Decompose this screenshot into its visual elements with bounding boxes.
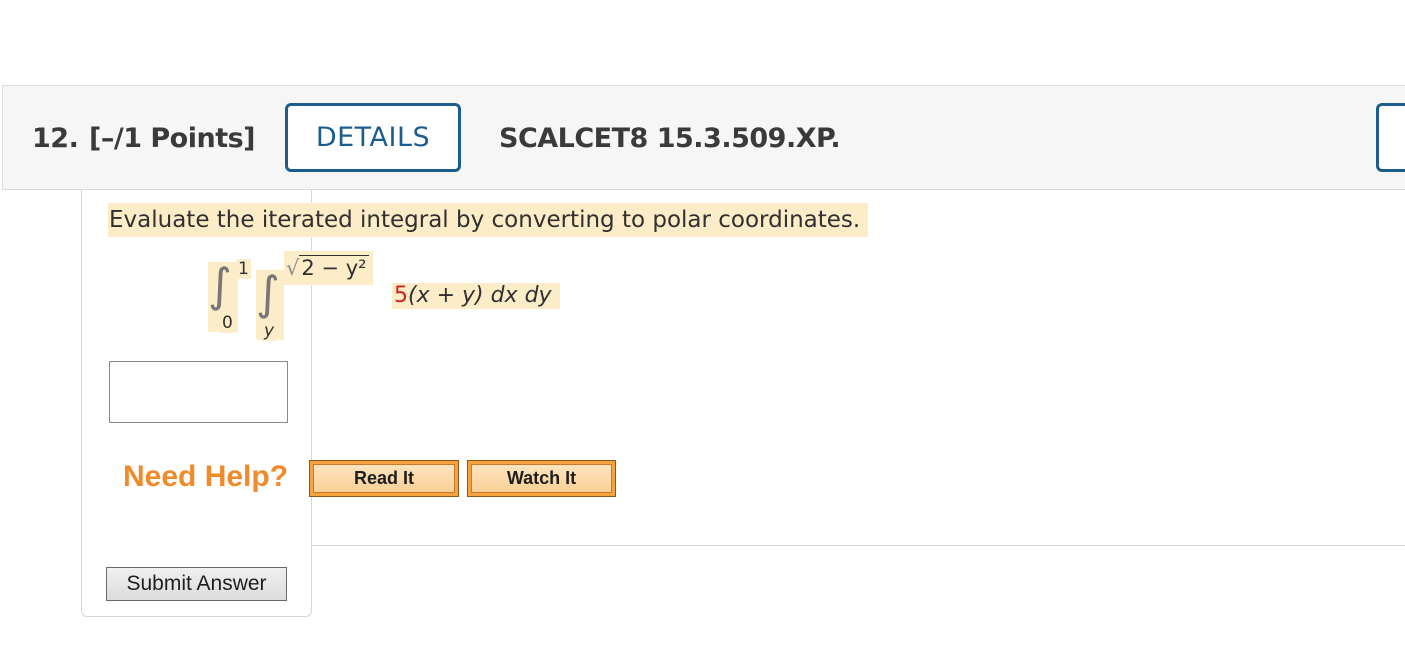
integrand-expression: (x + y) dx dy <box>408 283 552 308</box>
outer-upper-bound: 1 <box>236 259 251 279</box>
inner-upper-radicand: 2 − y² <box>299 255 369 280</box>
question-points: [–/1 Points] <box>89 123 256 154</box>
integrand: 5(x + y) dx dy <box>392 283 560 309</box>
integrand-coefficient: 5 <box>394 283 408 308</box>
page: 12. [–/1 Points] DETAILS SCALCET8 15.3.5… <box>0 0 1405 671</box>
need-help-label: Need Help? <box>123 460 289 493</box>
sqrt-icon: √ <box>286 256 300 280</box>
read-it-button[interactable]: Read It <box>309 460 459 497</box>
read-it-label: Read It <box>313 464 455 493</box>
submit-answer-button[interactable]: Submit Answer <box>106 567 287 601</box>
details-button[interactable]: DETAILS <box>285 103 461 172</box>
question-number: 12. <box>32 123 79 154</box>
inner-lower-bound: y <box>262 321 277 341</box>
question-header: 12. [–/1 Points] DETAILS SCALCET8 15.3.5… <box>2 85 1405 190</box>
watch-it-button[interactable]: Watch It <box>467 460 616 497</box>
watch-it-label: Watch It <box>471 464 612 493</box>
outer-lower-bound: 0 <box>220 313 235 333</box>
body-divider <box>311 545 1405 546</box>
header-right-button[interactable] <box>1376 103 1405 172</box>
question-text: Evaluate the iterated integral by conver… <box>108 203 869 237</box>
answer-input[interactable] <box>109 361 288 423</box>
question-code: SCALCET8 15.3.509.XP. <box>499 123 841 154</box>
inner-upper-bound: √2 − y² <box>284 251 373 285</box>
